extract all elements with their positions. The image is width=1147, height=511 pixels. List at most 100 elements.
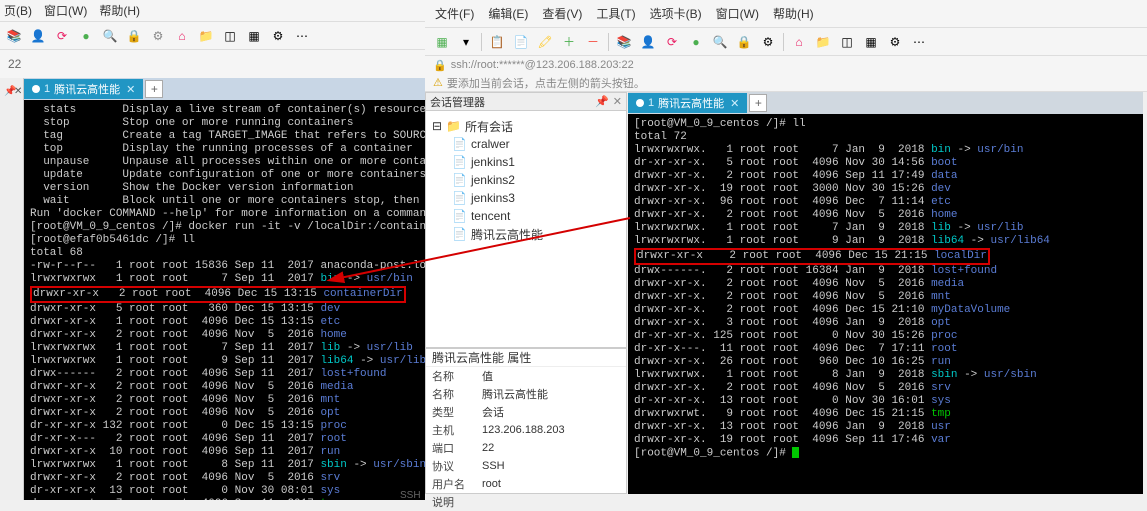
- hint-text: 要添加当前会话，点击左侧的箭头按钮。: [447, 75, 645, 91]
- right-terminal[interactable]: [root@VM_0_9_centos /]# lltotal 72lrwxrw…: [628, 114, 1143, 494]
- property-row: 主机123.206.188.203: [426, 421, 626, 439]
- tab-close-icon[interactable]: ✕: [730, 97, 739, 110]
- add-tab-button[interactable]: +: [749, 94, 767, 112]
- settings-icon-r[interactable]: ⚙: [884, 31, 906, 53]
- menu-tools[interactable]: 工具(T): [596, 5, 635, 22]
- right-menu-bar: 文件(F) 编辑(E) 查看(V) 工具(T) 选项卡(B) 窗口(W) 帮助(…: [425, 0, 1147, 28]
- gear-icon[interactable]: ⚙: [148, 26, 168, 46]
- home-icon-r[interactable]: ⌂: [788, 31, 810, 53]
- session-item[interactable]: 📄jenkins3: [432, 189, 620, 207]
- left-tab-bar: 1 腾讯云高性能 ✕ +: [24, 78, 425, 100]
- user-icon[interactable]: 👤: [28, 26, 48, 46]
- property-row: 名称腾讯云高性能: [426, 385, 626, 403]
- menu-window[interactable]: 窗口(W): [44, 2, 87, 19]
- copy-icon[interactable]: 📋: [486, 31, 508, 53]
- left-terminal-tab[interactable]: 1 腾讯云高性能 ✕: [24, 79, 143, 99]
- session-icon: 📄: [452, 155, 467, 169]
- user-icon-r[interactable]: 👤: [637, 31, 659, 53]
- session-item[interactable]: 📄cralwer: [432, 135, 620, 153]
- session-item[interactable]: 📄jenkins2: [432, 171, 620, 189]
- tab-close-icon[interactable]: ✕: [126, 83, 135, 96]
- left-menu-bar: 页(B) 窗口(W) 帮助(H): [0, 0, 425, 22]
- green-circle-icon[interactable]: ●: [76, 26, 96, 46]
- dropdown-icon[interactable]: ▾: [455, 31, 477, 53]
- paste-icon[interactable]: 📄: [510, 31, 532, 53]
- add-tab-button[interactable]: +: [145, 80, 163, 98]
- sessions-panel: 会话管理器 📌✕ ⊟📁所有会话📄cralwer📄jenkins1📄jenkins…: [425, 92, 627, 348]
- menu-help[interactable]: 帮助(H): [99, 2, 140, 19]
- grid-icon-r[interactable]: ▦: [860, 31, 882, 53]
- new-icon[interactable]: ▦: [431, 31, 453, 53]
- ssh-url: ssh://root:******@123.206.188.203:22: [451, 59, 634, 71]
- close-icon[interactable]: ✕: [613, 95, 622, 108]
- folder-icon-r[interactable]: 📁: [812, 31, 834, 53]
- menu-tab[interactable]: 页(B): [4, 2, 32, 19]
- menu-help-r[interactable]: 帮助(H): [773, 5, 814, 22]
- left-terminal[interactable]: stats Display a live stream of container…: [24, 100, 425, 500]
- menu-window-r[interactable]: 窗口(W): [716, 5, 759, 22]
- properties-panel: 腾讯云高性能 属性 名称 值 名称腾讯云高性能类型会话主机123.206.188…: [425, 348, 627, 494]
- prop-header-name: 名称: [432, 368, 482, 384]
- right-terminal-tab[interactable]: 1 腾讯云高性能 ✕: [628, 93, 747, 113]
- plus-icon[interactable]: ＋: [558, 31, 580, 53]
- sessions-tree[interactable]: ⊟📁所有会话📄cralwer📄jenkins1📄jenkins2📄jenkins…: [426, 111, 626, 249]
- menu-file[interactable]: 文件(F): [435, 5, 474, 22]
- green-icon-r[interactable]: ●: [685, 31, 707, 53]
- property-row: 端口22: [426, 439, 626, 457]
- session-icon: 📄: [452, 173, 467, 187]
- session-item[interactable]: 📄腾讯云高性能: [432, 225, 620, 243]
- home-icon[interactable]: ⌂: [172, 26, 192, 46]
- refresh-icon[interactable]: ⟳: [52, 26, 72, 46]
- more-icon-r[interactable]: ⋯: [908, 31, 930, 53]
- grid-icon[interactable]: ▦: [244, 26, 264, 46]
- folder-icon[interactable]: 📁: [196, 26, 216, 46]
- ssh-address-bar: 🔒 ssh://root:******@123.206.188.203:22: [425, 56, 1147, 74]
- lock-icon: 🔒: [433, 59, 447, 72]
- tab-title: 腾讯云高性能: [54, 81, 120, 97]
- lock-icon[interactable]: 🔒: [124, 26, 144, 46]
- session-icon: 📄: [452, 137, 467, 151]
- search-icon-r[interactable]: 🔍: [709, 31, 731, 53]
- tab-title: 腾讯云高性能: [658, 95, 724, 111]
- property-row: 用户名root: [426, 475, 626, 493]
- session-icon: 📄: [452, 191, 467, 205]
- lock-icon-r[interactable]: 🔒: [733, 31, 755, 53]
- pin-icon[interactable]: 📌: [595, 95, 609, 108]
- property-row: 协议SSH: [426, 457, 626, 475]
- warning-icon: ⚠: [433, 76, 443, 89]
- session-icon: 📄: [452, 209, 467, 223]
- session-icon: 📄: [452, 227, 467, 241]
- tab-number: 1: [44, 83, 50, 95]
- more-icon[interactable]: ⋯: [292, 26, 312, 46]
- books-icon-r[interactable]: 📚: [613, 31, 635, 53]
- session-item[interactable]: 📄jenkins1: [432, 153, 620, 171]
- left-status: 22: [0, 50, 425, 78]
- side-tab: 📌 ✕: [0, 78, 24, 500]
- settings-icon[interactable]: ⚙: [268, 26, 288, 46]
- property-row: 说明: [426, 493, 626, 511]
- refresh-icon-r[interactable]: ⟳: [661, 31, 683, 53]
- status-bar-ssh: SSH: [400, 490, 421, 501]
- highlight-icon[interactable]: 🖍: [534, 31, 556, 53]
- minus-icon[interactable]: －: [582, 31, 604, 53]
- folder-icon: 📁: [446, 119, 461, 133]
- menu-view[interactable]: 查看(V): [542, 5, 582, 22]
- split-icon-r[interactable]: ◫: [836, 31, 858, 53]
- books-icon[interactable]: 📚: [4, 26, 24, 46]
- right-tab-bar: 1 腾讯云高性能 ✕ +: [628, 92, 1143, 114]
- session-item[interactable]: 📄tencent: [432, 207, 620, 225]
- sessions-root[interactable]: 所有会话: [465, 118, 513, 135]
- properties-title: 腾讯云高性能 属性: [426, 349, 626, 367]
- gear-icon-r[interactable]: ⚙: [757, 31, 779, 53]
- status-dot-icon: [32, 85, 40, 93]
- left-toolbar: 📚 👤 ⟳ ● 🔍 🔒 ⚙ ⌂ 📁 ◫ ▦ ⚙ ⋯: [0, 22, 425, 50]
- close-icon[interactable]: ✕: [14, 86, 22, 97]
- split-icon[interactable]: ◫: [220, 26, 240, 46]
- sessions-panel-title: 会话管理器 📌✕: [426, 93, 626, 111]
- tab-number: 1: [648, 97, 654, 109]
- hint-bar: ⚠ 要添加当前会话，点击左侧的箭头按钮。: [425, 74, 1147, 92]
- search-icon[interactable]: 🔍: [100, 26, 120, 46]
- right-toolbar: ▦ ▾ 📋 📄 🖍 ＋ － 📚 👤 ⟳ ● 🔍 🔒 ⚙ ⌂ 📁 ◫ ▦ ⚙ ⋯: [425, 28, 1147, 56]
- menu-tab-r[interactable]: 选项卡(B): [650, 5, 702, 22]
- menu-edit[interactable]: 编辑(E): [488, 5, 528, 22]
